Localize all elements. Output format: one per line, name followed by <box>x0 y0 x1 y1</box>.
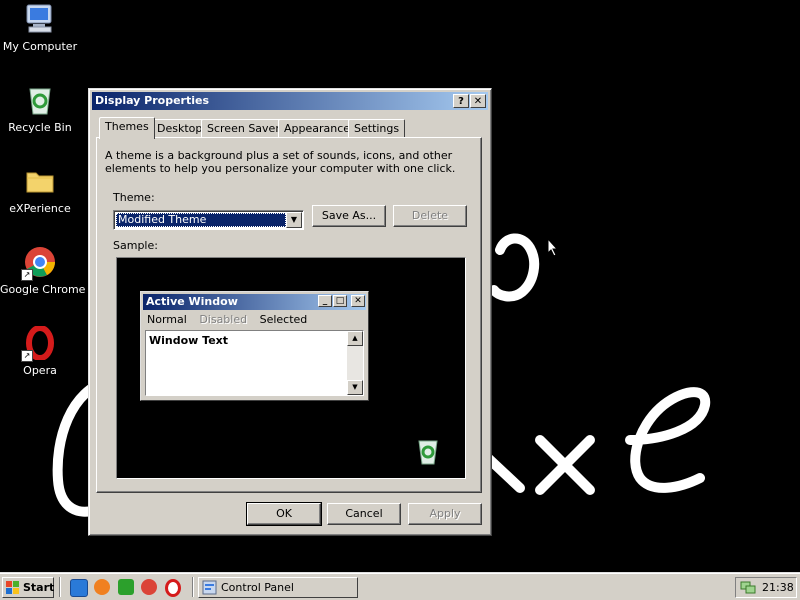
tab-settings[interactable]: Settings <box>348 119 406 138</box>
scroll-down-icon: ▼ <box>347 380 363 395</box>
save-as-button[interactable]: Save As... <box>312 205 386 227</box>
dialog-title: Display Properties <box>95 94 210 107</box>
desktop-icon-label: Opera <box>23 364 57 377</box>
preview-text-area: Window Text ▲ ▼ <box>145 330 364 396</box>
dialog-titlebar[interactable]: Display Properties ? ✕ <box>92 92 488 110</box>
folder-icon <box>23 164 57 198</box>
start-button[interactable]: Start <box>2 577 54 598</box>
computer-icon <box>23 2 57 36</box>
preview-menu-disabled: Disabled <box>199 313 248 326</box>
sample-label: Sample: <box>113 239 158 252</box>
desktop-icon-my-computer[interactable]: My Computer <box>0 2 80 53</box>
desktop-icon-google-chrome[interactable]: ↗ Google Chrome <box>0 245 86 296</box>
close-icon: ✕ <box>351 295 365 307</box>
system-tray: 21:38 <box>735 577 797 598</box>
close-button[interactable]: ✕ <box>470 94 486 108</box>
control-panel-icon <box>202 580 217 595</box>
clock[interactable]: 21:38 <box>762 581 794 594</box>
minimize-icon: _ <box>318 295 332 307</box>
preview-titlebar: Active Window _ □ ✕ <box>143 294 366 310</box>
apply-button[interactable]: Apply <box>408 503 482 525</box>
desktop-icon-label: My Computer <box>2 40 78 53</box>
theme-label: Theme: <box>113 191 155 204</box>
tab-appearance[interactable]: Appearance <box>278 119 357 138</box>
mouse-cursor-icon <box>547 238 559 257</box>
firefox-icon[interactable] <box>94 579 110 595</box>
themes-description: A theme is a background plus a set of so… <box>105 149 456 175</box>
chrome-icon: ↗ <box>21 245 57 281</box>
preview-menu-selected: Selected <box>259 313 308 326</box>
cancel-button[interactable]: Cancel <box>327 503 401 525</box>
windows-flag-icon <box>6 581 19 594</box>
chevron-down-icon[interactable]: ▼ <box>286 212 302 228</box>
desktop-icon-experience[interactable]: eXPerience <box>0 164 80 215</box>
desktop-icon-label: eXPerience <box>9 202 71 215</box>
opera-icon: ↗ <box>21 325 57 362</box>
ie-icon[interactable] <box>70 579 88 597</box>
preview-menu-normal: Normal <box>147 313 187 326</box>
taskbar-item-control-panel[interactable]: Control Panel <box>198 577 358 598</box>
preview-window-text: Window Text <box>149 334 229 347</box>
desktop-icon-recycle-bin[interactable]: Recycle Bin <box>0 83 80 134</box>
theme-sample-preview: Active Window _ □ ✕ Normal Disabled Sele… <box>116 257 466 479</box>
preview-recycle-bin-icon <box>418 440 438 465</box>
tab-desktop[interactable]: Desktop <box>151 119 209 138</box>
chrome-icon[interactable] <box>141 579 157 595</box>
shortcut-arrow-icon: ↗ <box>21 350 33 362</box>
display-properties-dialog: Display Properties ? ✕ Themes Desktop Sc… <box>88 88 492 536</box>
help-button[interactable]: ? <box>453 94 469 108</box>
preview-menu: Normal Disabled Selected <box>147 313 316 326</box>
desktop-icon-opera[interactable]: ↗ Opera <box>0 325 80 377</box>
tab-themes[interactable]: Themes <box>99 117 155 139</box>
delete-button[interactable]: Delete <box>393 205 467 227</box>
opera-icon[interactable] <box>165 579 181 597</box>
desktop-icon-label: Recycle Bin <box>8 121 72 134</box>
task-label: Control Panel <box>221 581 294 594</box>
shortcut-arrow-icon: ↗ <box>21 269 33 281</box>
theme-select[interactable]: Modified Theme ▼ <box>113 210 304 230</box>
taskbar-separator <box>59 577 61 597</box>
start-label: Start <box>23 581 55 594</box>
recycle-bin-icon <box>23 83 57 117</box>
show-desktop-icon[interactable] <box>118 579 134 595</box>
preview-active-window: Active Window _ □ ✕ Normal Disabled Sele… <box>140 291 369 401</box>
tab-screen-saver[interactable]: Screen Saver <box>201 119 286 138</box>
theme-select-value: Modified Theme <box>116 213 286 227</box>
network-icon[interactable] <box>740 581 756 595</box>
maximize-icon: □ <box>333 295 347 307</box>
scroll-up-icon: ▲ <box>347 331 363 346</box>
taskbar: Start Control Panel 21:38 <box>0 572 800 600</box>
ok-button[interactable]: OK <box>246 502 322 526</box>
preview-title: Active Window <box>146 295 238 308</box>
preview-scrollbar: ▲ ▼ <box>347 331 363 395</box>
desktop-icon-label: Google Chrome <box>0 283 86 296</box>
taskbar-separator <box>192 577 194 597</box>
